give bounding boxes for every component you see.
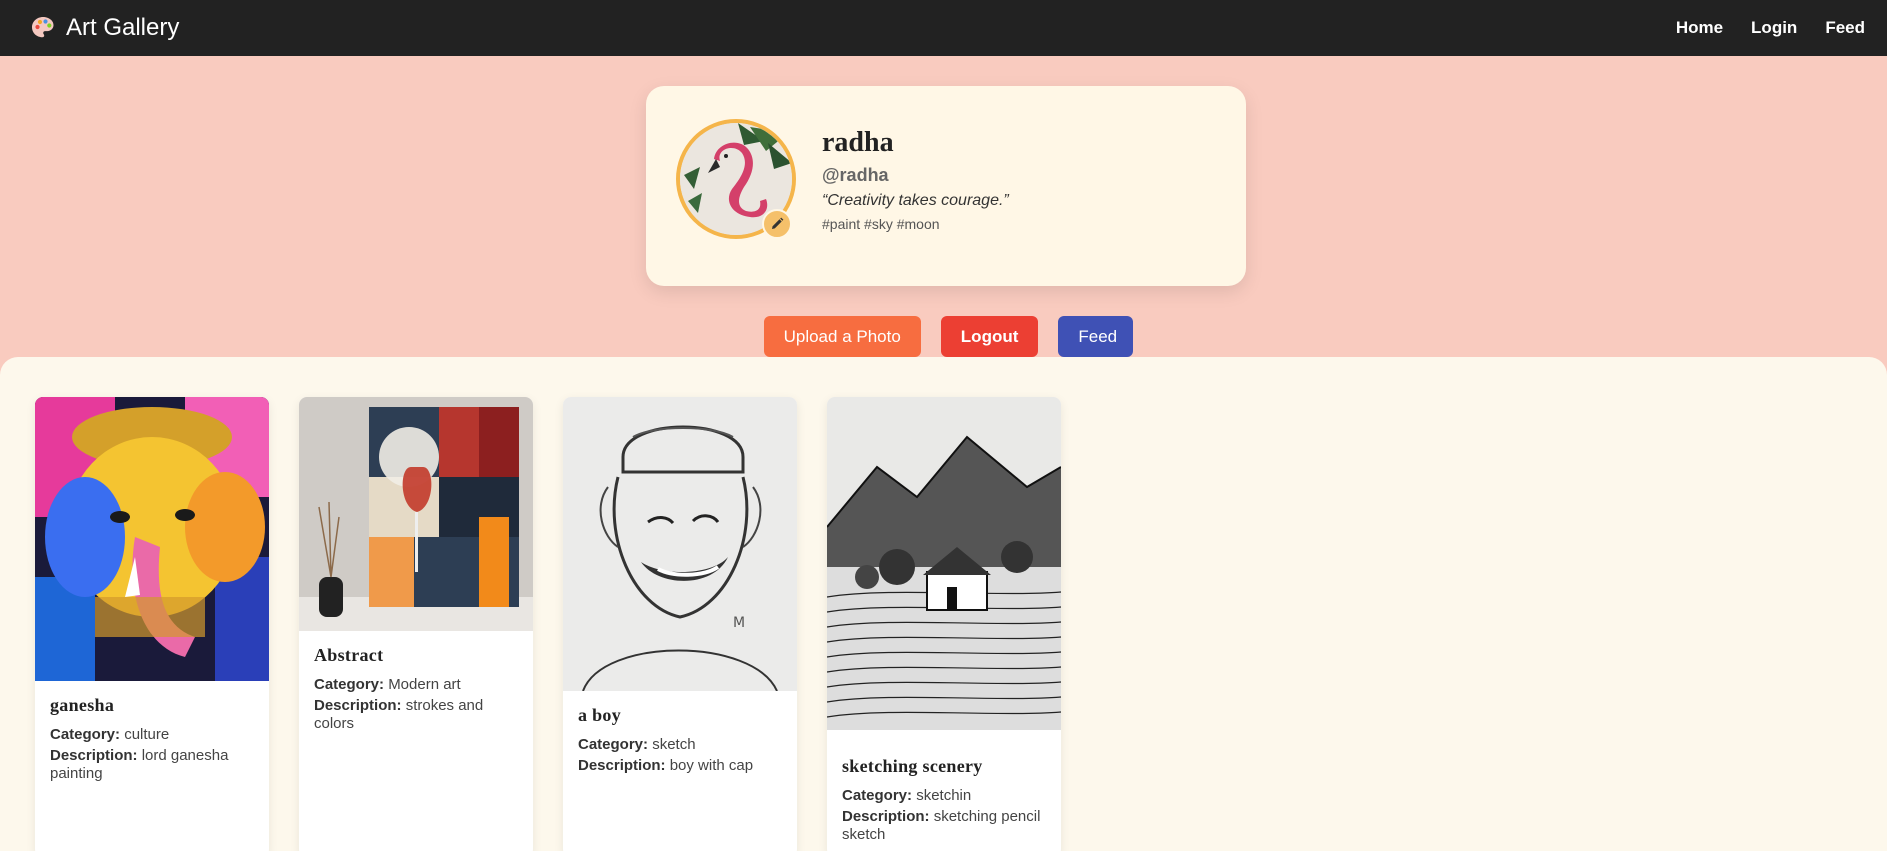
post-category: Category: sketchin	[842, 787, 1046, 804]
description-label: Description:	[842, 808, 930, 826]
category-value: sketchin	[916, 787, 972, 804]
post-category: Category: Modern art	[314, 676, 518, 693]
post-card-body: ganesha Category: culture Description: l…	[35, 681, 269, 800]
post-card-body: sketching scenery Category: sketchin Des…	[827, 742, 1061, 851]
post-title: ganesha	[50, 695, 115, 715]
category-label: Category:	[314, 676, 385, 693]
nav-feed-link[interactable]: Feed	[1825, 18, 1865, 38]
nav-login-link[interactable]: Login	[1751, 18, 1797, 38]
profile-card: radha @radha “Creativity takes courage.”…	[646, 86, 1246, 286]
post-card[interactable]: Abstract Category: Modern art Descriptio…	[299, 397, 533, 851]
profile-name: radha	[822, 126, 894, 158]
profile-tags: #paint #sky #moon	[822, 215, 940, 232]
post-description: Description: boy with cap	[578, 757, 782, 774]
description-value: boy with cap	[669, 757, 754, 775]
palette-icon	[32, 17, 54, 38]
category-value: culture	[124, 726, 170, 743]
navbar: Art Gallery Home Login Feed	[0, 0, 1887, 56]
description-label: Description:	[50, 747, 138, 765]
gallery-section: ganesha Category: culture Description: l…	[0, 357, 1887, 851]
category-label: Category:	[578, 736, 649, 753]
svg-text:M: M	[733, 615, 745, 631]
brand[interactable]: Art Gallery	[30, 14, 179, 42]
category-value: sketch	[652, 736, 696, 753]
scenery-sketch-image	[827, 397, 1061, 742]
logout-button[interactable]: Logout	[940, 316, 1039, 357]
nav-home-link[interactable]: Home	[1676, 18, 1723, 38]
boy-sketch-image: M	[563, 397, 797, 691]
brand-title: Art Gallery	[66, 14, 180, 41]
profile-handle: @radha	[822, 164, 889, 185]
post-card[interactable]: M a boy Category: sketch Description: bo…	[563, 397, 797, 851]
profile-actions: Upload a Photo Logout Feed	[0, 316, 1887, 357]
post-card[interactable]: sketching scenery Category: sketchin Des…	[827, 397, 1061, 851]
pencil-icon	[772, 217, 784, 229]
post-description: Description: strokes and colors	[314, 697, 518, 732]
post-card-body: Abstract Category: Modern art Descriptio…	[299, 631, 533, 750]
feed-button[interactable]: Feed	[1058, 316, 1134, 357]
description-label: Description:	[314, 697, 402, 715]
category-label: Category:	[50, 726, 121, 743]
description-label: Description:	[578, 757, 666, 775]
edit-avatar-button[interactable]	[762, 209, 792, 239]
post-title: sketching scenery	[842, 756, 983, 776]
abstract-painting-image	[299, 397, 533, 631]
post-description: Description: sketching pencil sketch	[842, 808, 1046, 843]
post-description: Description: lord ganesha painting	[50, 747, 254, 782]
post-category: Category: culture	[50, 726, 254, 743]
post-card[interactable]: ganesha Category: culture Description: l…	[35, 397, 269, 851]
post-title: a boy	[578, 705, 622, 725]
ganesha-painting-image	[35, 397, 269, 681]
profile-info: radha @radha “Creativity takes courage.”…	[822, 127, 1009, 232]
category-value: Modern art	[388, 676, 461, 693]
category-label: Category:	[842, 787, 913, 804]
post-category: Category: sketch	[578, 736, 782, 753]
avatar-wrapper	[676, 119, 796, 239]
post-card-body: a boy Category: sketch Description: boy …	[563, 691, 797, 793]
upload-photo-button[interactable]: Upload a Photo	[763, 316, 921, 357]
post-title: Abstract	[314, 645, 384, 665]
nav-links: Home Login Feed	[1676, 18, 1865, 38]
profile-quote: “Creativity takes courage.”	[822, 191, 1009, 209]
